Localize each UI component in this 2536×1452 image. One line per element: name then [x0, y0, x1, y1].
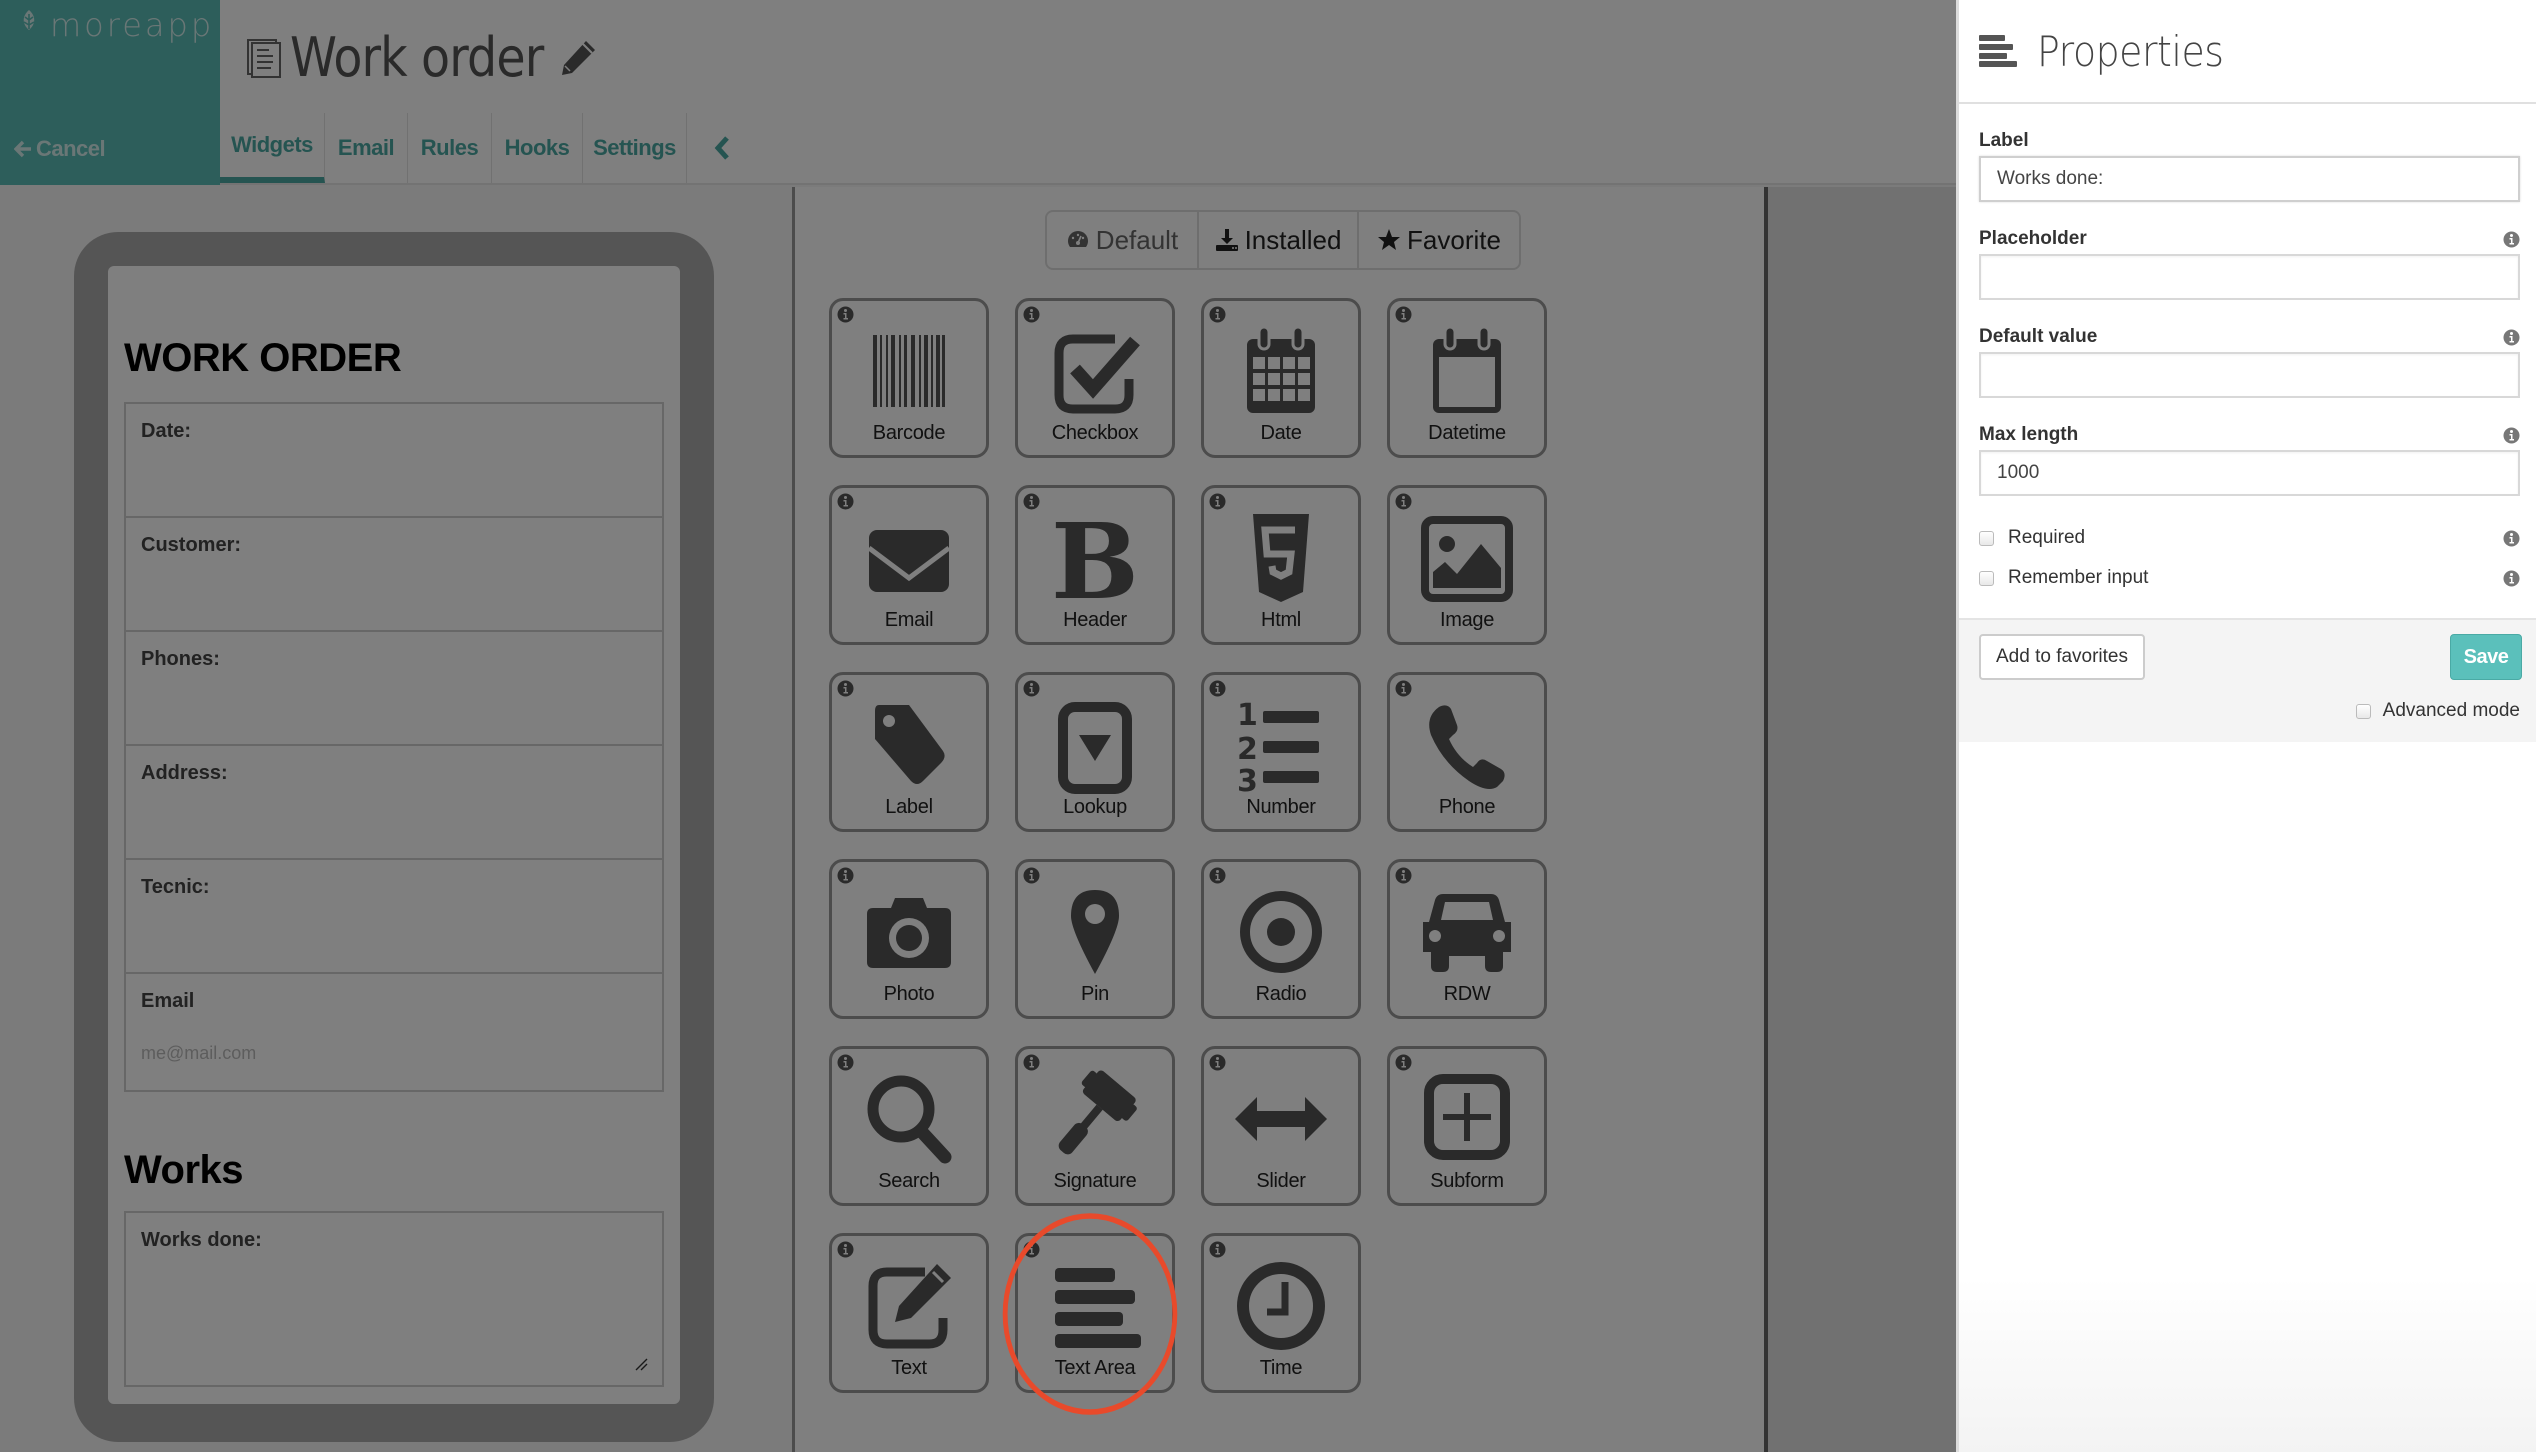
remember-input-checkbox[interactable] [1979, 570, 1994, 586]
placeholder-field-row: Placeholder [1979, 224, 2520, 322]
save-button[interactable]: Save [2450, 634, 2522, 680]
info-icon[interactable] [2503, 329, 2520, 346]
max-length-field-row: Max length [1979, 420, 2520, 518]
advanced-mode-checkbox[interactable] [2355, 703, 2371, 719]
advanced-mode-label: Advanced mode [2382, 700, 2520, 721]
label-field-label: Label [1979, 130, 2029, 151]
placeholder-field-label: Placeholder [1979, 228, 2087, 249]
modal-backdrop [0, 0, 1956, 1452]
advanced-mode-row: Advanced mode [2355, 700, 2520, 722]
highlight-ring [1002, 1213, 1178, 1415]
info-icon[interactable] [2503, 427, 2520, 444]
info-icon[interactable] [2503, 530, 2520, 547]
default-value-field-row: Default value [1979, 322, 2520, 420]
label-field-row: Label [1979, 126, 2520, 224]
default-value-field-label: Default value [1979, 326, 2098, 347]
align-left-icon [1979, 35, 2017, 67]
label-input[interactable] [1979, 156, 2520, 202]
properties-header: Properties [1959, 0, 2536, 104]
required-checkbox[interactable] [1979, 530, 1994, 546]
properties-panel: Properties Label Placeholder Default val… [1956, 0, 2536, 1452]
properties-title: Properties [2037, 26, 2224, 76]
properties-form: Label Placeholder Default value Max leng… [1959, 104, 2536, 618]
info-icon[interactable] [2503, 570, 2520, 587]
properties-footer: Add to favorites Save Advanced mode [1959, 618, 2536, 742]
info-icon[interactable] [2503, 231, 2520, 248]
remember-input-label: Remember input [2008, 567, 2149, 588]
max-length-input[interactable] [1979, 450, 2520, 496]
required-row: Required [1979, 518, 2520, 558]
add-to-favorites-button[interactable]: Add to favorites [1979, 634, 2145, 680]
placeholder-input[interactable] [1979, 254, 2520, 300]
default-value-input[interactable] [1979, 352, 2520, 398]
required-label: Required [2008, 527, 2086, 548]
remember-input-row: Remember input [1979, 558, 2520, 598]
max-length-field-label: Max length [1979, 424, 2079, 445]
